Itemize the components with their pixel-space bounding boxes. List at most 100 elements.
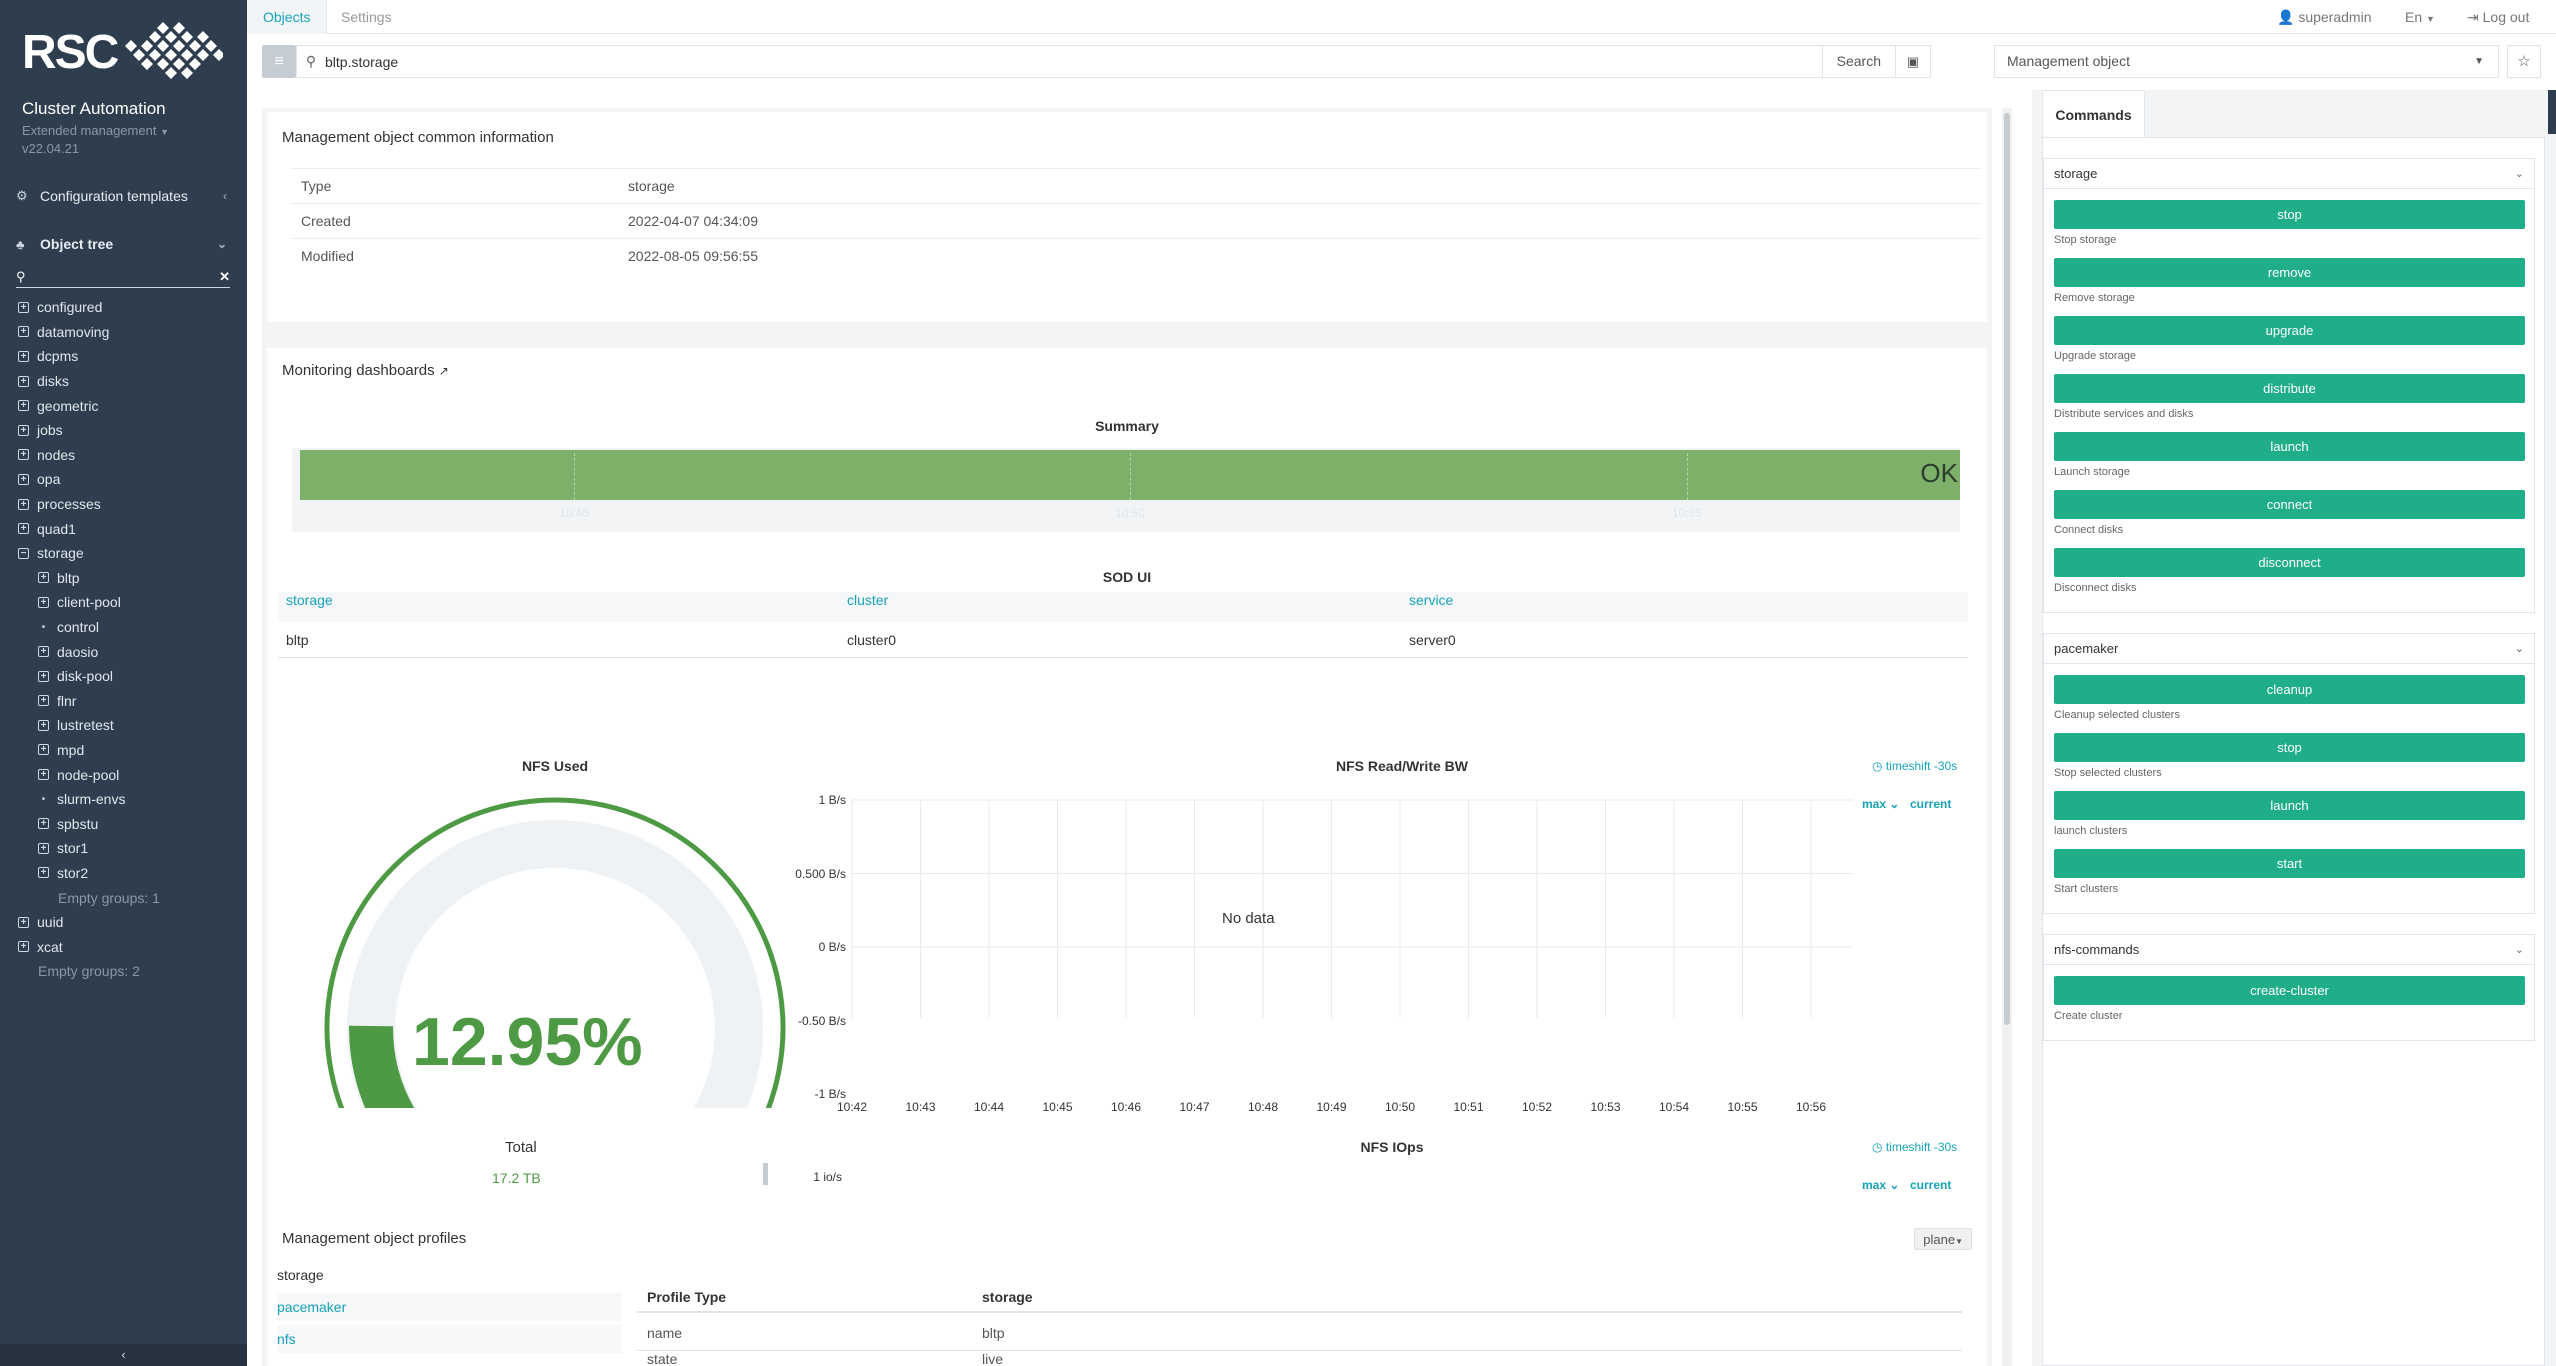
side-toggle-tab[interactable] [2548, 90, 2556, 134]
tree-search[interactable]: ⚲ ✕ [16, 266, 230, 288]
leaf-dot-icon[interactable]: • [38, 794, 49, 805]
expand-icon[interactable]: + [38, 597, 49, 608]
menu-toggle-button[interactable]: ≡ [262, 45, 296, 78]
tree-item[interactable]: +geometric [0, 393, 247, 418]
language-dropdown[interactable]: En ▼ [2405, 0, 2435, 34]
tree-item[interactable]: +bltp [0, 566, 247, 591]
tree-item[interactable]: +mpd [0, 738, 247, 763]
monitoring-title[interactable]: Monitoring dashboards ↗ [282, 362, 449, 379]
expand-icon[interactable]: + [38, 572, 49, 583]
expand-icon[interactable]: + [18, 400, 29, 411]
command-button-connect[interactable]: connect [2054, 490, 2525, 519]
management-object-select[interactable]: Management object ▼ [1994, 45, 2499, 78]
tree-item[interactable]: +node-pool [0, 762, 247, 787]
tree-item[interactable]: −storage [0, 541, 247, 566]
tree-item[interactable]: +dcpms [0, 344, 247, 369]
tree-item[interactable]: +stor1 [0, 836, 247, 861]
expand-icon[interactable]: + [38, 744, 49, 755]
clear-icon[interactable]: ✕ [219, 269, 230, 285]
timeshift-link[interactable]: ◷ timeshift -30s [1872, 759, 1957, 773]
expand-icon[interactable]: + [38, 646, 49, 657]
sidebar-item-object-tree[interactable]: ♣ Object tree ⌄ [0, 226, 247, 262]
profile-nav-nfs[interactable]: nfs [277, 1325, 622, 1353]
collapse-icon[interactable]: − [18, 548, 29, 559]
main-scrollbar-thumb[interactable] [2004, 113, 2010, 1025]
logout-button[interactable]: ⇥ Log out [2467, 0, 2529, 34]
command-button-distribute[interactable]: distribute [2054, 374, 2525, 403]
expand-icon[interactable]: + [18, 449, 29, 460]
panel-scrollbar[interactable] [763, 1163, 768, 1185]
expand-icon[interactable]: + [38, 843, 49, 854]
expand-icon[interactable]: + [18, 376, 29, 387]
app-subtitle-dropdown[interactable]: Extended management ▼ [22, 123, 169, 138]
tree-item[interactable]: •slurm-envs [0, 787, 247, 812]
expand-icon[interactable]: + [18, 326, 29, 337]
tree-item[interactable]: •control [0, 615, 247, 640]
command-button-launch[interactable]: launch [2054, 432, 2525, 461]
expand-icon[interactable]: + [18, 917, 29, 928]
sod-header-storage[interactable]: storage [278, 592, 839, 622]
tab-commands[interactable]: Commands [2042, 90, 2145, 138]
tree-item[interactable]: +uuid [0, 910, 247, 935]
legend-max[interactable]: max ⌄ [1862, 797, 1899, 811]
tree-item[interactable]: +nodes [0, 443, 247, 468]
sod-header-cluster[interactable]: cluster [839, 592, 1401, 622]
tree-item[interactable]: +jobs [0, 418, 247, 443]
expand-icon[interactable]: + [18, 941, 29, 952]
tree-item[interactable]: +configured [0, 295, 247, 320]
legend-current[interactable]: current [1910, 797, 1951, 811]
tree-item[interactable]: +stor2 [0, 861, 247, 886]
expand-icon[interactable]: + [38, 720, 49, 731]
favorite-button[interactable]: ☆ [2507, 45, 2541, 78]
tree-item[interactable]: +quad1 [0, 516, 247, 541]
object-search-input[interactable] [325, 54, 1605, 70]
sidebar-collapse-button[interactable]: ‹ [0, 1344, 247, 1366]
tree-item[interactable]: +daosio [0, 639, 247, 664]
command-button-create-cluster[interactable]: create-cluster [2054, 976, 2525, 1005]
tree-item[interactable]: +client-pool [0, 590, 247, 615]
command-group-header[interactable]: nfs-commands⌄ [2044, 935, 2534, 965]
expand-icon[interactable]: + [38, 671, 49, 682]
tree-item[interactable]: +disk-pool [0, 664, 247, 689]
tab-settings[interactable]: Settings [325, 0, 408, 34]
legend-max[interactable]: max ⌄ [1862, 1178, 1899, 1192]
search-button[interactable]: Search [1822, 46, 1895, 77]
profile-nav-storage[interactable]: storage [277, 1261, 622, 1289]
command-group-header[interactable]: storage⌄ [2044, 159, 2534, 189]
tree-item[interactable]: +lustretest [0, 713, 247, 738]
legend-current[interactable]: current [1910, 1178, 1951, 1192]
tree-item[interactable]: +datamoving [0, 320, 247, 345]
expand-icon[interactable]: + [38, 867, 49, 878]
expand-icon[interactable]: + [38, 818, 49, 829]
tab-objects[interactable]: Objects [247, 0, 327, 34]
expand-icon[interactable]: + [18, 425, 29, 436]
tree-item[interactable]: +spbstu [0, 811, 247, 836]
profile-nav-pacemaker[interactable]: pacemaker [277, 1293, 622, 1321]
expand-icon[interactable]: + [18, 474, 29, 485]
expand-icon[interactable]: + [18, 302, 29, 313]
command-button-stop[interactable]: stop [2054, 200, 2525, 229]
sidebar-item-configuration-templates[interactable]: ⚙ Configuration templates ‹ [0, 178, 247, 214]
command-button-remove[interactable]: remove [2054, 258, 2525, 287]
tree-item[interactable]: +disks [0, 369, 247, 394]
tree-item[interactable]: +processes [0, 492, 247, 517]
expand-icon[interactable]: + [18, 351, 29, 362]
leaf-dot-icon[interactable]: • [38, 622, 49, 633]
sod-header-service[interactable]: service [1401, 592, 1968, 622]
command-button-launch[interactable]: launch [2054, 791, 2525, 820]
save-search-button[interactable]: ▣ [1895, 46, 1930, 77]
expand-icon[interactable]: + [18, 499, 29, 510]
expand-icon[interactable]: + [18, 523, 29, 534]
user-menu[interactable]: 👤 superadmin [2277, 0, 2371, 34]
tree-item[interactable]: +flnr [0, 689, 247, 714]
command-button-start[interactable]: start [2054, 849, 2525, 878]
expand-icon[interactable]: + [38, 769, 49, 780]
tree-item[interactable]: +opa [0, 467, 247, 492]
tree-item[interactable]: +xcat [0, 934, 247, 959]
command-button-stop[interactable]: stop [2054, 733, 2525, 762]
timeshift-link[interactable]: ◷ timeshift -30s [1872, 1140, 1957, 1154]
plane-dropdown[interactable]: plane▼ [1914, 1228, 1972, 1250]
command-group-header[interactable]: pacemaker⌄ [2044, 634, 2534, 664]
expand-icon[interactable]: + [38, 695, 49, 706]
command-button-cleanup[interactable]: cleanup [2054, 675, 2525, 704]
